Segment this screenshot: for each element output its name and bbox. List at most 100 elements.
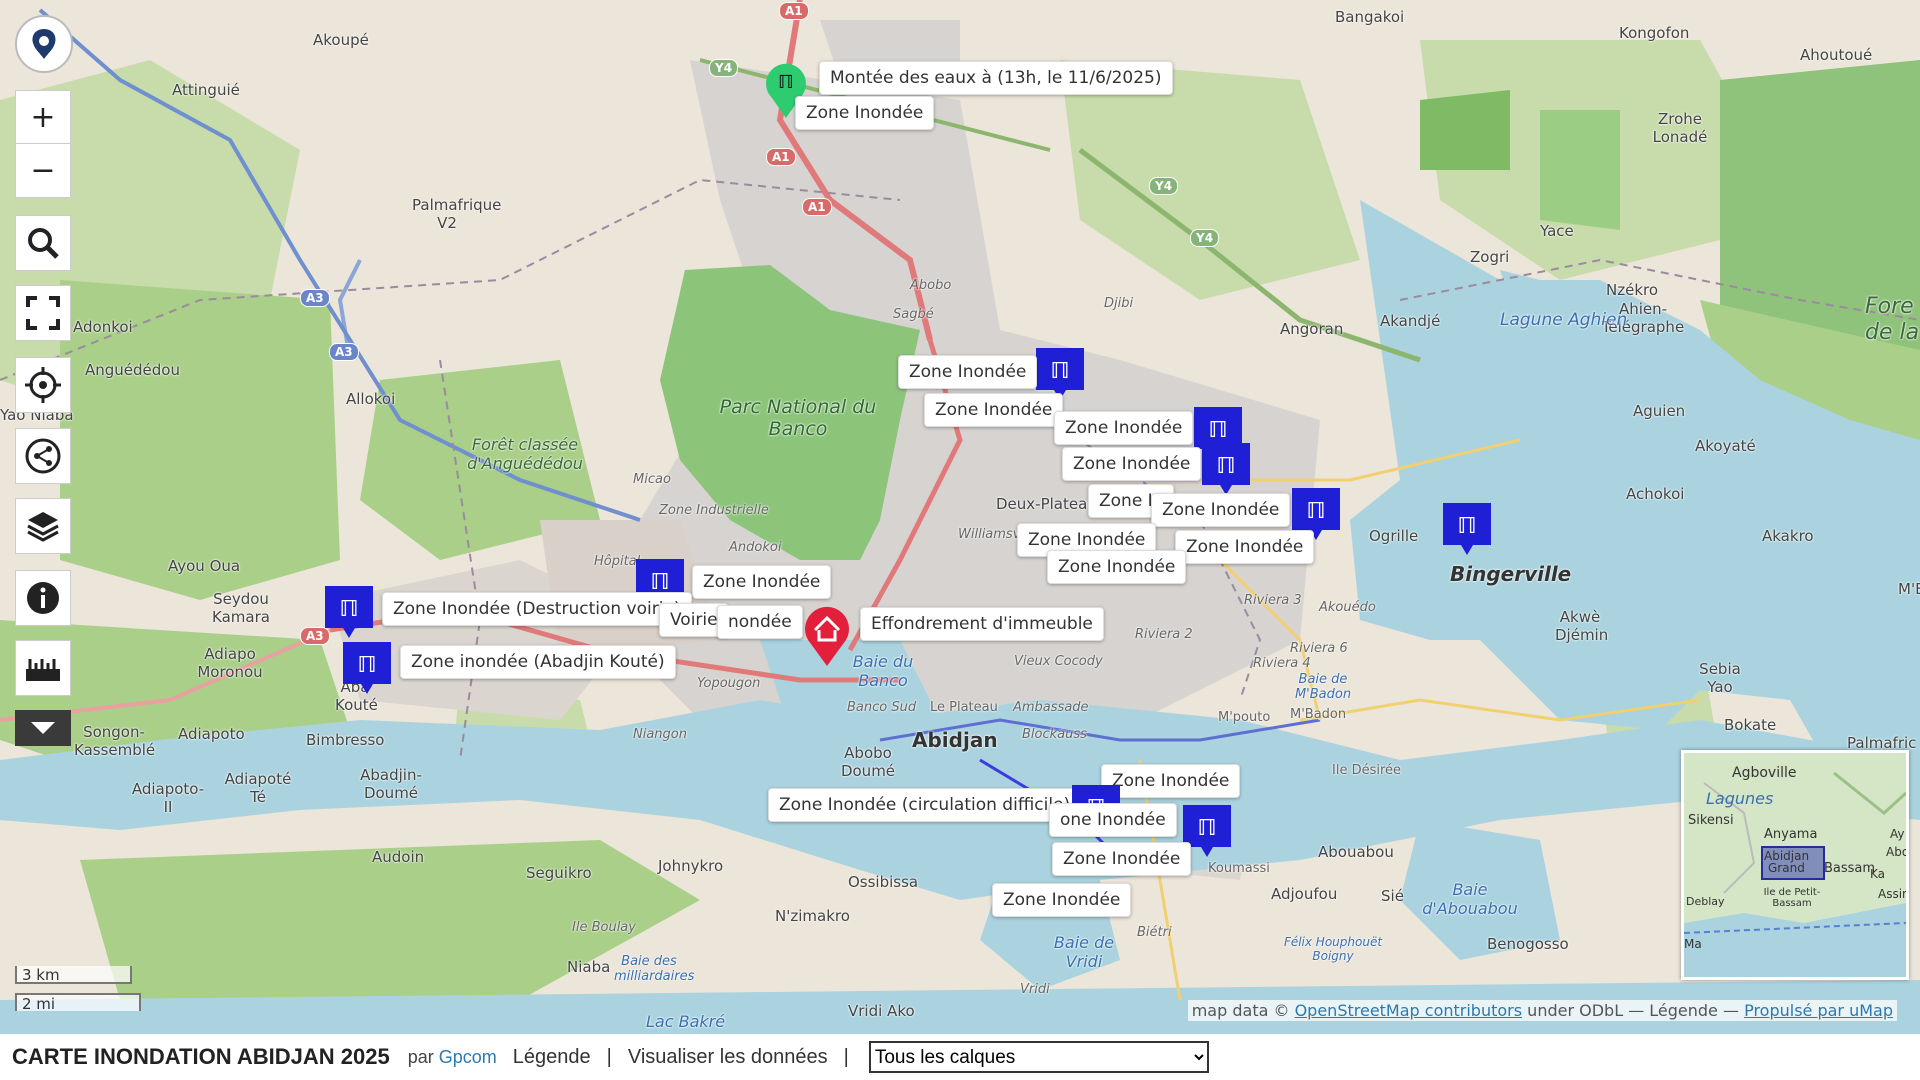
place-blockauss: Blockauss (1022, 727, 1087, 742)
more-controls-button[interactable] (15, 710, 71, 746)
place-akandje: Akandjé (1380, 312, 1441, 330)
road-shield-a3: A3 (300, 289, 330, 307)
svg-text:ℿ: ℿ (1051, 359, 1070, 384)
place-benogosso: Benogosso (1487, 935, 1569, 953)
author-link[interactable]: Gpcom (439, 1047, 497, 1067)
zoom-in-button[interactable]: + (15, 90, 71, 144)
separator: | (606, 1045, 612, 1068)
zoom-out-button[interactable]: − (15, 144, 71, 198)
legend-link[interactable]: Légende (513, 1046, 591, 1069)
marker-label[interactable]: Montée des eaux à (13h, le 11/6/2025) (819, 61, 1173, 95)
place-mbi: M'Bi (1898, 580, 1920, 598)
place-zone-industrielle: Zone Industrielle (659, 503, 769, 518)
place-akwe: Akwè Djémin (1555, 608, 1609, 644)
minimap[interactable]: Agboville Lagunes Sikensi Anyama Abidjan… (1681, 750, 1909, 980)
chevron-down-icon (31, 722, 55, 734)
measure-button[interactable] (15, 640, 71, 696)
place-djibi: Djibi (1104, 296, 1134, 311)
marker-label[interactable]: Zone Inondée (1052, 842, 1192, 876)
map-author: par Gpcom (408, 1047, 497, 1068)
search-button[interactable] (15, 215, 71, 271)
attribution-prefix: map data © (1191, 1001, 1290, 1020)
place-seydou: Seydou Kamara (212, 590, 270, 626)
flood-marker[interactable]: ℿ (323, 584, 373, 638)
place-achokoi: Achokoi (1626, 485, 1685, 503)
map-title: CARTE INONDATION ABIDJAN 2025 (12, 1044, 390, 1069)
place-adiapoto-ii: Adiapoto-II (131, 780, 205, 816)
marker-label[interactable]: Zone Inondée (circulation difficile) (768, 788, 1082, 822)
place-mpouto: M'pouto (1218, 710, 1271, 725)
building-collapse-marker[interactable] (801, 600, 849, 666)
svg-text:ℿ: ℿ (358, 653, 377, 678)
place-adiapoto: Adiapoto (178, 725, 245, 743)
umap-link[interactable]: Propulsé par uMap (1744, 1001, 1893, 1020)
flood-marker[interactable]: ℿ (341, 640, 391, 694)
marker-label[interactable]: one Inondée (1049, 803, 1177, 837)
place-seguikro: Seguikro (526, 864, 592, 882)
road-shield-a1: A1 (766, 148, 796, 166)
osm-link[interactable]: OpenStreetMap contributors (1295, 1001, 1523, 1020)
minimap-agboville: Agboville (1732, 765, 1797, 781)
view-data-link[interactable]: Visualiser les données (628, 1046, 828, 1069)
flood-marker[interactable]: ℿ (1441, 501, 1491, 555)
marker-label[interactable]: Zone Inondée (1062, 447, 1202, 481)
place-yace: Yace (1540, 222, 1574, 240)
marker-label[interactable]: Zone Inondée (1054, 411, 1194, 445)
place-nzimakro: N'zimakro (775, 907, 850, 925)
flood-marker[interactable]: ℿ (1034, 346, 1084, 400)
road-shield-y4: Y4 (709, 59, 739, 77)
crosshair-icon (25, 367, 61, 403)
info-button[interactable] (15, 570, 71, 626)
marker-label[interactable]: Zone Inondée (992, 883, 1132, 917)
marker-label[interactable]: Zone Inondée (692, 565, 832, 599)
marker-label[interactable]: Zone Inondée (1047, 550, 1187, 584)
svg-text:ℿ: ℿ (340, 597, 359, 622)
marker-label[interactable]: Zone Inondée (1151, 493, 1291, 527)
separator: | (843, 1045, 849, 1068)
map-base-layer (0, 0, 1920, 1034)
place-johnykro: Johnykro (658, 857, 724, 875)
share-icon (25, 438, 61, 474)
place-bingerville: Bingerville (1450, 562, 1572, 586)
place-bietri: Biétri (1137, 925, 1172, 940)
marker-label[interactable]: Zone Inondée (898, 355, 1038, 389)
place-riviera4: Riviera 4 (1253, 656, 1311, 671)
layer-select[interactable]: Tous les calques (868, 1041, 1209, 1073)
map-canvas[interactable]: Bangakoi Kongofon Ahoutoué Akoupé Atting… (0, 0, 1920, 1034)
place-songon: Songon-Kassemblé (74, 723, 156, 759)
svg-text:ℿ: ℿ (778, 72, 794, 93)
place-nzekro: Nzékro (1606, 281, 1659, 299)
marker-label[interactable]: Zone inondée (Abadjin Kouté) (400, 645, 676, 679)
place-anguededou: Anguédédou (85, 361, 180, 379)
minimap-assin: Assin (1878, 887, 1909, 901)
marker-label[interactable]: Effondrement d'immeuble (860, 607, 1104, 641)
road-shield-a1: A1 (802, 198, 832, 216)
flood-marker[interactable]: ℿ (1200, 441, 1250, 495)
place-abidjan: Abidjan (912, 728, 998, 752)
place-ogrille: Ogrille (1369, 527, 1419, 545)
place-bimbresso: Bimbresso (306, 731, 385, 749)
marker-label[interactable]: Zone Inondée (Destruction voirie) (382, 592, 692, 626)
place-riviera2: Riviera 2 (1135, 627, 1193, 642)
place-plateau: Le Plateau (930, 700, 998, 715)
place-adjoufou: Adjoufou (1271, 885, 1338, 903)
marker-label[interactable]: Zone Inondée (795, 96, 935, 130)
place-lac-bakre: Lac Bakré (646, 1012, 726, 1031)
marker-label[interactable]: nondée (717, 605, 803, 639)
road-shield-y4: Y4 (1149, 177, 1179, 195)
park-banco: Parc National du Banco (719, 396, 877, 440)
marker-label[interactable]: Zone Inondée (1175, 530, 1315, 564)
locate-button[interactable] (15, 357, 71, 413)
info-icon (27, 582, 59, 614)
layers-button[interactable] (15, 498, 71, 554)
umap-logo-button[interactable] (15, 15, 73, 73)
layers-icon (27, 512, 59, 542)
place-micao: Micao (633, 472, 671, 487)
fullscreen-button[interactable] (15, 285, 71, 341)
place-riviera3: Riviera 3 (1244, 593, 1302, 608)
marker-label[interactable]: Zone Inondée (924, 393, 1064, 427)
place-audoin: Audoin (372, 848, 425, 866)
share-button[interactable] (15, 428, 71, 484)
place-palmafrique: Palmafrique V2 (412, 196, 502, 232)
water-baie-vridi: Baie de Vridi (1053, 933, 1115, 971)
